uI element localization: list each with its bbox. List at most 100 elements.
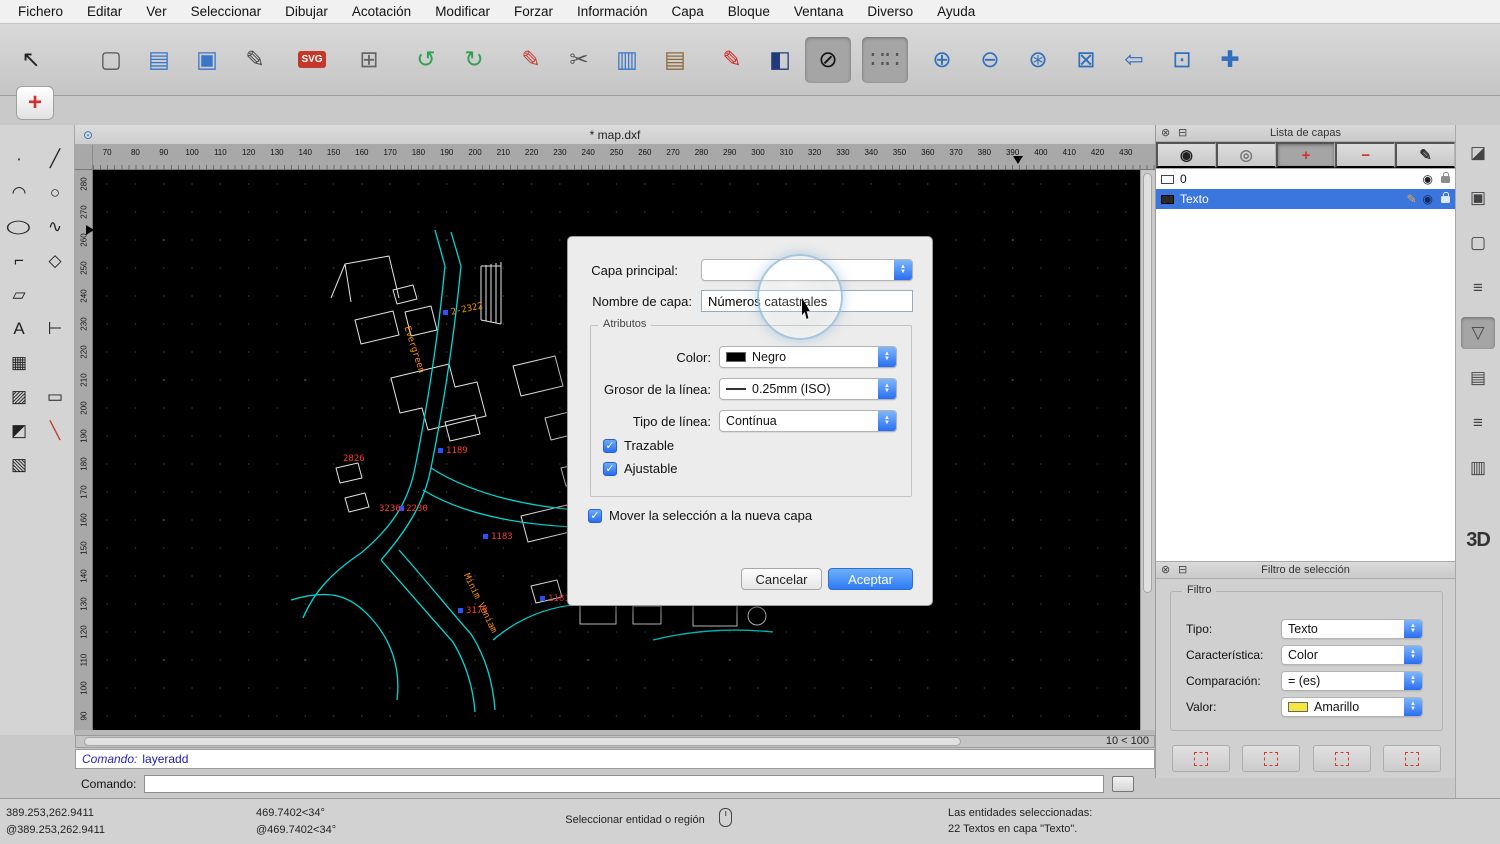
paste-icon[interactable]: ▤: [652, 37, 698, 83]
menu-item[interactable]: Ayuda: [937, 4, 975, 19]
horizontal-scrollbar[interactable]: 10 < 100: [75, 735, 1155, 748]
clipboard-panel-icon[interactable]: ▥: [1461, 452, 1495, 484]
menu-item[interactable]: Diverso: [867, 4, 913, 19]
toggle-all-visibility-icon[interactable]: ◉: [1156, 142, 1216, 168]
checkbox-checked-icon[interactable]: [603, 439, 617, 453]
hatch-pattern-tool-icon[interactable]: ▨: [3, 381, 35, 413]
shape-edit-tool-icon[interactable]: ◩: [3, 415, 35, 447]
close-panel-icon[interactable]: ⊗: [1161, 125, 1170, 141]
undo-icon[interactable]: ↺: [403, 37, 449, 83]
image-tool-icon[interactable]: ▦: [3, 347, 35, 379]
menu-item[interactable]: Fichero: [18, 4, 63, 19]
detach-panel-icon[interactable]: ⊟: [1178, 562, 1187, 578]
print-preview-icon[interactable]: ⊞: [346, 37, 392, 83]
filter-value-select[interactable]: Amarillo: [1281, 697, 1423, 717]
checkbox-checked-icon[interactable]: [603, 462, 617, 476]
layer-edit-icon[interactable]: ✎: [1406, 192, 1416, 206]
color-select[interactable]: Negro: [719, 346, 897, 368]
cad-view-panel-icon[interactable]: ◪: [1461, 137, 1495, 169]
filter-comparison-select[interactable]: = (es): [1281, 671, 1423, 691]
hatch-region-tool-icon[interactable]: ▱: [3, 279, 35, 311]
menu-item[interactable]: Ventana: [794, 4, 844, 19]
accept-button[interactable]: Aceptar: [828, 568, 913, 590]
menu-item[interactable]: Dibujar: [285, 4, 328, 19]
zoom-out-icon[interactable]: ⊖: [967, 37, 1013, 83]
menu-item[interactable]: Información: [577, 4, 648, 19]
blocks-panel-icon[interactable]: ▣: [1461, 182, 1495, 214]
cut-icon[interactable]: ✂: [556, 37, 602, 83]
layer-row[interactable]: 0 ◉: [1156, 169, 1455, 189]
command-input[interactable]: [144, 775, 1104, 793]
measure-tool-icon[interactable]: ▭: [39, 381, 71, 413]
layer-lock-icon[interactable]: [1441, 176, 1450, 183]
erase-tool-icon[interactable]: ╲: [39, 415, 71, 447]
layer-visibility-icon[interactable]: ◉: [1423, 192, 1433, 206]
select-tool-icon[interactable]: ↖: [8, 37, 54, 83]
menu-item[interactable]: Acotación: [352, 4, 411, 19]
filter-select-add-icon[interactable]: [1242, 745, 1300, 772]
vertical-scrollbar-thumb[interactable]: [1143, 173, 1152, 593]
panel-switch-3d[interactable]: 3D: [1456, 529, 1500, 552]
menu-item[interactable]: Seleccionar: [191, 4, 262, 19]
open-file-icon[interactable]: ▤: [136, 37, 182, 83]
menu-item[interactable]: Editar: [87, 4, 122, 19]
zoom-auto-icon[interactable]: ⊛: [1015, 37, 1061, 83]
menu-item[interactable]: Ver: [146, 4, 166, 19]
circle-tool-icon[interactable]: ○: [39, 177, 71, 209]
horizontal-scrollbar-thumb[interactable]: [84, 737, 961, 746]
draft-mode-icon[interactable]: ⊘: [805, 37, 851, 83]
copy-icon[interactable]: ▥: [604, 37, 650, 83]
detach-panel-icon[interactable]: ⊟: [1178, 125, 1187, 141]
filter-deselect-icon[interactable]: [1313, 745, 1371, 772]
checkbox-checked-icon[interactable]: [588, 509, 602, 523]
menu-item[interactable]: Capa: [672, 4, 704, 19]
zoom-selection-icon[interactable]: ⊠: [1063, 37, 1109, 83]
menu-item[interactable]: Modificar: [435, 4, 490, 19]
lineweight-select[interactable]: 0.25mm (ISO): [719, 378, 897, 400]
edit-layer-icon[interactable]: ✎: [1395, 142, 1455, 168]
add-layer-icon[interactable]: +: [1276, 142, 1336, 168]
highlight-pen-icon[interactable]: ✎: [709, 37, 755, 83]
zoom-window-icon[interactable]: ⊡: [1159, 37, 1205, 83]
property-panel-icon[interactable]: ▢: [1461, 227, 1495, 259]
draw-pen-icon[interactable]: ✎: [508, 37, 554, 83]
cad-toolbar-main-button[interactable]: +: [16, 86, 54, 120]
zoom-in-icon[interactable]: ⊕: [919, 37, 965, 83]
pan-icon[interactable]: ✚: [1207, 37, 1253, 83]
text-tool-icon[interactable]: A: [3, 313, 35, 345]
invert-colors-icon[interactable]: ◧: [757, 37, 803, 83]
cancel-button[interactable]: Cancelar: [741, 568, 822, 590]
filter-type-select[interactable]: Texto: [1281, 619, 1423, 639]
polyline-tool-icon[interactable]: ⌐: [3, 245, 35, 277]
linetype-select[interactable]: Contínua: [719, 410, 897, 432]
layer-lock-icon[interactable]: [1441, 196, 1450, 203]
arc-tool-icon[interactable]: ◠: [3, 177, 35, 209]
dimension-tool-icon[interactable]: ⊢: [39, 313, 71, 345]
list-panel-icon[interactable]: ≡: [1461, 272, 1495, 304]
remove-layer-icon[interactable]: −: [1335, 142, 1395, 168]
selection-filter-panel-icon[interactable]: ▽: [1461, 317, 1495, 349]
line-tool-icon[interactable]: ╱: [39, 143, 71, 175]
edit-drawing-icon[interactable]: ✎: [232, 37, 278, 83]
ellipse-tool-icon[interactable]: ◯: [3, 211, 35, 243]
zoom-previous-icon[interactable]: ⇦: [1111, 37, 1157, 83]
close-panel-icon[interactable]: ⊗: [1161, 562, 1170, 578]
filter-select-icon[interactable]: [1172, 745, 1230, 772]
spline-tool-icon[interactable]: ∿: [39, 211, 71, 243]
grid-toggle-icon[interactable]: ∷∷: [862, 37, 908, 83]
point-tool-icon[interactable]: ∙: [3, 143, 35, 175]
svg-export-icon[interactable]: SVG: [289, 37, 335, 83]
menu-item[interactable]: Bloque: [728, 4, 770, 19]
library-panel-icon[interactable]: ▤: [1461, 362, 1495, 394]
text-lines-panel-icon[interactable]: ≡: [1461, 407, 1495, 439]
menu-item[interactable]: Forzar: [514, 4, 553, 19]
layer-row-selected[interactable]: Texto ✎ ◉: [1156, 189, 1455, 209]
polygon-tool-icon[interactable]: ◇: [39, 245, 71, 277]
layer-visibility-icon[interactable]: ◉: [1423, 172, 1433, 186]
box-3d-tool-icon[interactable]: ▧: [3, 449, 35, 481]
filter-select-intersect-icon[interactable]: [1383, 745, 1441, 772]
filter-property-select[interactable]: Color: [1281, 645, 1423, 665]
save-icon[interactable]: ▣: [184, 37, 230, 83]
new-file-icon[interactable]: ▢: [88, 37, 134, 83]
command-options-icon[interactable]: [1112, 776, 1134, 792]
